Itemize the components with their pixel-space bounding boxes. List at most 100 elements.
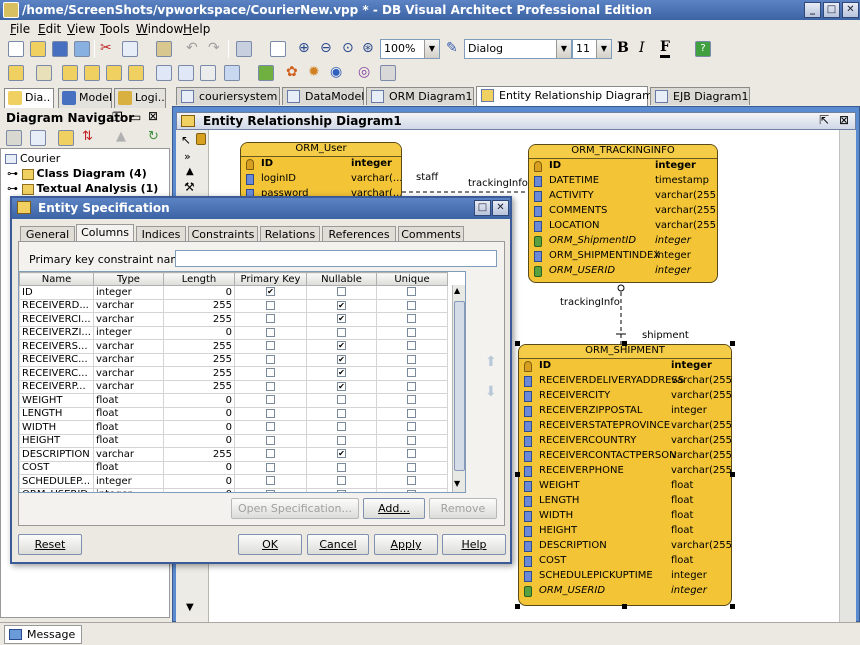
cell-type[interactable]: float [92, 460, 164, 475]
zoom-out-icon[interactable]: ⊖ [320, 40, 332, 56]
selection-handle[interactable] [730, 341, 735, 346]
entity-column[interactable]: ID integer [519, 359, 731, 374]
zoom-fit-icon[interactable]: ⊙ [342, 40, 354, 56]
cell-length[interactable]: 255 [162, 339, 235, 354]
menu-help[interactable]: Help [183, 22, 210, 36]
pk-checkbox[interactable] [265, 341, 275, 351]
vertical-scrollbar[interactable] [839, 130, 856, 622]
maximize-button[interactable]: □ [823, 2, 840, 18]
erd-icon[interactable] [62, 65, 78, 81]
entity-column[interactable]: RECEIVERDELIVERYADDRESS varchar(255) [519, 374, 731, 389]
entity-column[interactable]: COST float [519, 554, 731, 569]
nullable-checkbox[interactable] [336, 395, 346, 405]
nullable-checkbox[interactable]: ✔ [336, 381, 346, 391]
entity-column[interactable]: ORM_USERID integer [529, 264, 717, 279]
unique-checkbox[interactable] [407, 435, 417, 445]
entity-column[interactable]: ID integer [241, 157, 401, 172]
entity-orm-trackinginfo[interactable]: ORM_TRACKINGINFO ID integer DATETIME timest… [528, 144, 718, 283]
cell-length[interactable]: 0 [162, 474, 235, 489]
cell-type[interactable]: float [92, 420, 164, 435]
nullable-checkbox[interactable] [336, 462, 346, 472]
tab-logical[interactable]: Logi.. [114, 88, 166, 108]
globe-icon[interactable]: ◉ [330, 64, 342, 80]
unique-checkbox[interactable] [407, 341, 417, 351]
cell-name[interactable]: HEIGHT [19, 433, 94, 448]
cell-name[interactable]: LENGTH [19, 406, 94, 421]
cell-length[interactable]: 0 [162, 393, 235, 408]
nullable-checkbox[interactable]: ✔ [336, 449, 346, 459]
table-row[interactable]: RECEIVERC... varchar 255 ✔ [19, 366, 448, 381]
table-row[interactable]: LENGTH float 0 [19, 406, 448, 421]
model-icon[interactable] [224, 65, 240, 81]
paste-icon[interactable] [156, 41, 172, 57]
entity-column[interactable]: RECEIVERCITY varchar(255) [519, 389, 731, 404]
cell-type[interactable]: varchar [92, 352, 164, 367]
cell-length[interactable]: 255 [162, 352, 235, 367]
tab-comments[interactable]: Comments [398, 226, 464, 242]
table-row[interactable]: WIDTH float 0 [19, 420, 448, 435]
entity-column[interactable]: SCHEDULEPICKUPTIME integer [519, 569, 731, 584]
table-row[interactable]: ID integer 0 ✔ [19, 285, 448, 300]
tab-orm-diagram[interactable]: ORM Diagram1 [366, 87, 474, 105]
entity-column[interactable]: HEIGHT float [519, 524, 731, 539]
cell-length[interactable]: 0 [162, 420, 235, 435]
menu-edit[interactable]: Edit [38, 22, 61, 36]
pk-checkbox[interactable] [265, 314, 275, 324]
unique-checkbox[interactable] [407, 327, 417, 337]
nullable-checkbox[interactable]: ✔ [336, 341, 346, 351]
menu-window[interactable]: Window [136, 22, 183, 36]
entity-column[interactable]: DATETIME timestamp [529, 174, 717, 189]
collapse-icon[interactable] [6, 130, 22, 146]
move-down-icon[interactable]: ⬇ [485, 384, 497, 400]
cell-type[interactable]: integer [92, 285, 164, 300]
table-row[interactable]: RECEIVERP... varchar 255 ✔ [19, 379, 448, 394]
unique-checkbox[interactable] [407, 287, 417, 297]
entity-column[interactable]: WIDTH float [519, 509, 731, 524]
unique-checkbox[interactable] [407, 476, 417, 486]
pk-checkbox[interactable] [265, 422, 275, 432]
minimize-panel-icon[interactable]: ▭ [130, 110, 141, 124]
project-icon[interactable] [8, 65, 24, 81]
pk-checkbox[interactable] [265, 408, 275, 418]
dialog-maximize-button[interactable]: □ [474, 200, 491, 216]
entity-column[interactable]: ACTIVITY varchar(255) [529, 189, 717, 204]
tab-model[interactable]: Model [58, 88, 112, 108]
unique-checkbox[interactable] [407, 395, 417, 405]
sync-icon[interactable] [156, 65, 172, 81]
layout-icon[interactable] [236, 41, 252, 57]
entity-column[interactable]: RECEIVERSTATEPROVINCE varchar(255) [519, 419, 731, 434]
scroll-down-icon[interactable]: ▼ [454, 479, 460, 488]
help-button[interactable]: Help [442, 534, 506, 555]
pk-checkbox[interactable] [265, 449, 275, 459]
minimize-button[interactable]: _ [804, 2, 821, 18]
table-row[interactable]: RECEIVERS... varchar 255 ✔ [19, 339, 448, 354]
column-header[interactable]: Primary Key [233, 272, 307, 286]
cell-name[interactable]: RECEIVERP... [19, 379, 94, 394]
tree-item-textual-analysis[interactable]: ⊶ Textual Analysis (1) [7, 182, 158, 195]
close-window-button[interactable]: ✕ [842, 2, 859, 18]
table-row[interactable]: WEIGHT float 0 [19, 393, 448, 408]
table-row[interactable]: SCHEDULEP... integer 0 [19, 474, 448, 489]
cell-type[interactable]: varchar [92, 312, 164, 327]
cell-type[interactable]: float [92, 393, 164, 408]
tab-datamodel[interactable]: DataModel [282, 87, 364, 105]
cell-name[interactable]: ORM_USERID [19, 487, 94, 492]
cell-length[interactable]: 0 [162, 285, 235, 300]
nullable-checkbox[interactable]: ✔ [336, 368, 346, 378]
grid-icon[interactable] [270, 41, 286, 57]
tree-item-class-diagram[interactable]: ⊶ Class Diagram (4) [7, 167, 147, 180]
entity-column[interactable]: ORM_ShipmentID integer [529, 234, 717, 249]
entity-column[interactable]: LOCATION varchar(255) [529, 219, 717, 234]
cancel-button[interactable]: Cancel [307, 534, 369, 555]
cut-icon[interactable]: ✂ [100, 40, 112, 56]
scroll-thumb[interactable] [454, 301, 465, 471]
redo-icon[interactable]: ↷ [208, 40, 220, 56]
cell-type[interactable]: varchar [92, 366, 164, 381]
pk-checkbox[interactable] [265, 354, 275, 364]
message-tab[interactable]: Message [4, 625, 82, 644]
tab-constraints[interactable]: Constraints [188, 226, 258, 242]
table-row[interactable]: DESCRIPTION varchar 255 ✔ [19, 447, 448, 462]
unique-checkbox[interactable] [407, 462, 417, 472]
lock-icon[interactable] [196, 133, 206, 145]
selection-handle[interactable] [730, 604, 735, 609]
